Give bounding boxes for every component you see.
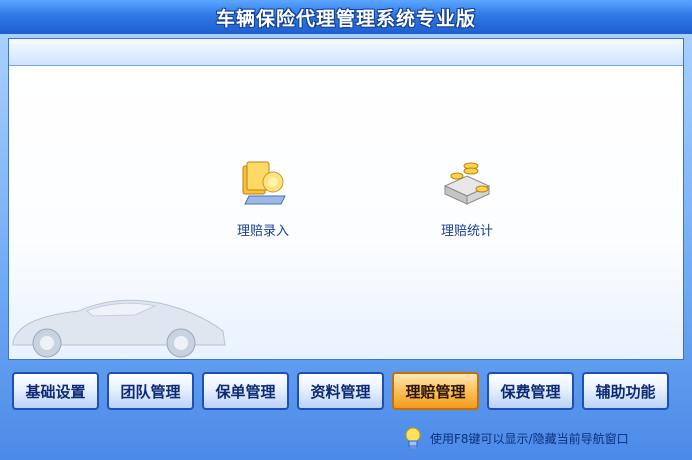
claim-entry-label: 理赔录入 xyxy=(236,224,289,239)
claim-entry-button[interactable]: 理赔录入 xyxy=(203,156,323,239)
main-frame: 理赔录入 理赔统计 基础设置 团队管理 保单管理 资料管理 理赔管理 保费管理 … xyxy=(0,34,692,460)
tab-claim-management[interactable]: 理赔管理 xyxy=(392,372,479,410)
lightbulb-icon xyxy=(405,427,421,449)
window-title: 车辆保险代理管理系统专业版 xyxy=(215,7,476,30)
tab-policy-management[interactable]: 保单管理 xyxy=(202,372,289,410)
claim-stats-icon xyxy=(443,162,491,205)
title-bar: 车辆保险代理管理系统专业版 xyxy=(0,0,692,34)
tab-document-management[interactable]: 资料管理 xyxy=(297,372,384,410)
tab-basic-settings[interactable]: 基础设置 xyxy=(12,372,99,410)
tab-auxiliary-functions[interactable]: 辅助功能 xyxy=(582,372,669,410)
workspace-content: 理赔录入 理赔统计 xyxy=(9,66,683,359)
status-hint-bar: 使用F8键可以显示/隐藏当前导航窗口 xyxy=(402,424,629,452)
panel-subheader xyxy=(9,39,683,66)
tab-team-management[interactable]: 团队管理 xyxy=(107,372,194,410)
workspace-panel: 理赔录入 理赔统计 xyxy=(8,38,684,360)
claim-entry-icon xyxy=(242,161,286,205)
tab-premium-management[interactable]: 保费管理 xyxy=(487,372,574,410)
status-hint-text: 使用F8键可以显示/隐藏当前导航窗口 xyxy=(430,431,629,446)
claim-stats-button[interactable]: 理赔统计 xyxy=(407,156,527,239)
car-watermark-icon xyxy=(12,299,226,358)
module-tabs: 基础设置 团队管理 保单管理 资料管理 理赔管理 保费管理 辅助功能 xyxy=(12,372,680,412)
claim-stats-label: 理赔统计 xyxy=(440,224,493,239)
